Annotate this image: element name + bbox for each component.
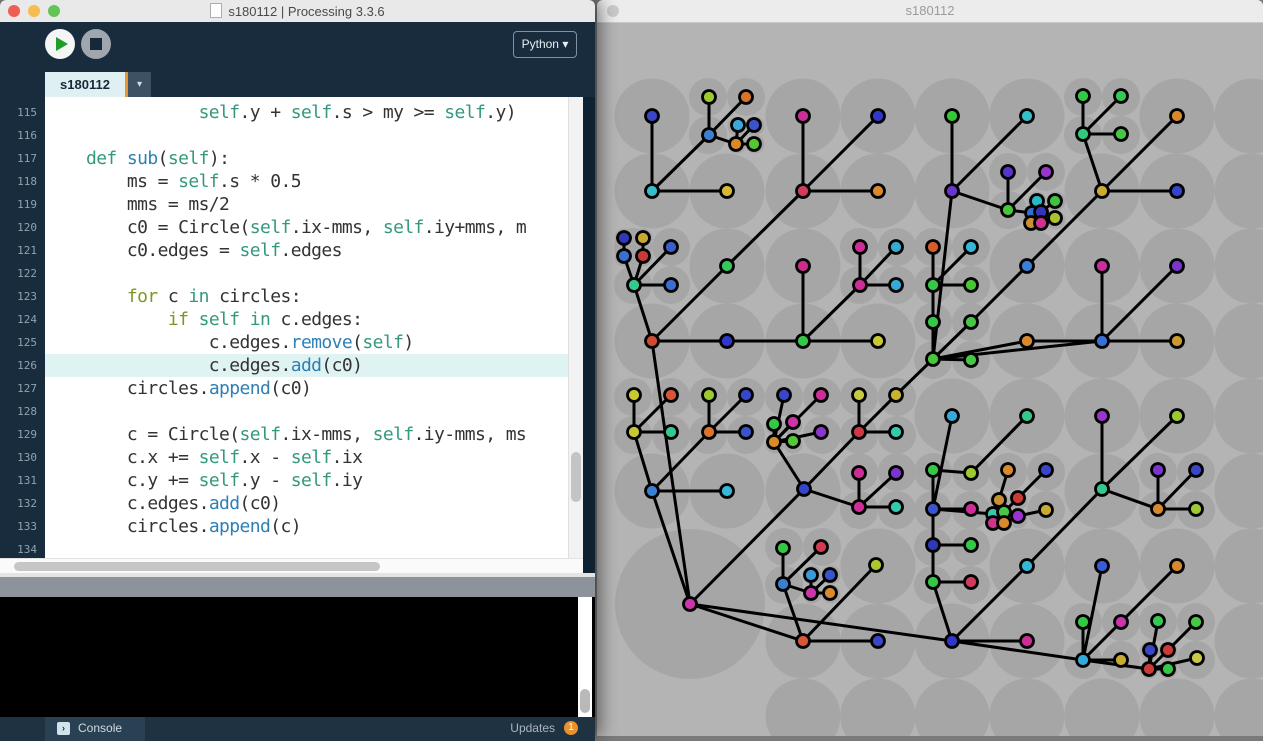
code-line-119[interactable]: 119 mms = ms/2 <box>0 193 583 216</box>
code-line-131[interactable]: 131 c.y += self.y - self.iy <box>0 469 583 492</box>
line-number: 120 <box>0 216 37 239</box>
updates-link[interactable]: Updates <box>510 721 555 735</box>
chevron-down-icon: ▾ <box>562 37 568 51</box>
console-tab[interactable]: › Console <box>45 717 145 741</box>
code-line-127[interactable]: 127 circles.append(c0) <box>0 377 583 400</box>
line-number: 119 <box>0 193 37 216</box>
code-line-121[interactable]: 121 c0.edges = self.edges <box>0 239 583 262</box>
console-scroll-thumb[interactable] <box>580 689 590 713</box>
processing-ide-window: s180112 | Processing 3.3.6 Python ▾ s180… <box>0 0 595 736</box>
ide-titlebar[interactable]: s180112 | Processing 3.3.6 <box>0 0 595 23</box>
run-button[interactable] <box>45 29 75 59</box>
code-line-128[interactable]: 128 <box>0 400 583 423</box>
editor-horizontal-scrollbar[interactable] <box>0 558 583 574</box>
code-line-116[interactable]: 116 <box>0 124 583 147</box>
line-number: 126 <box>0 354 37 377</box>
stop-icon <box>90 38 102 50</box>
code-line-120[interactable]: 120 c0 = Circle(self.ix-mms, self.iy+mms… <box>0 216 583 239</box>
horizontal-scroll-thumb[interactable] <box>14 562 380 571</box>
code-line-134[interactable]: 134 <box>0 538 583 558</box>
code-line-130[interactable]: 130 c.x += self.x - self.ix <box>0 446 583 469</box>
line-number: 124 <box>0 308 37 331</box>
line-number: 133 <box>0 515 37 538</box>
message-area <box>0 573 595 597</box>
console-scrollbar[interactable] <box>578 597 592 717</box>
code-line-132[interactable]: 132 c.edges.add(c0) <box>0 492 583 515</box>
mode-selector-button[interactable]: Python ▾ <box>513 31 577 58</box>
code-line-126[interactable]: 126 c.edges.add(c0) <box>0 354 583 377</box>
line-number: 121 <box>0 239 37 262</box>
line-number: 134 <box>0 538 37 558</box>
line-number: 118 <box>0 170 37 193</box>
sketch-window-title: s180112 <box>597 3 1263 18</box>
line-number: 129 <box>0 423 37 446</box>
tab-bar: s180112 ▾ <box>0 66 595 97</box>
ide-footer-bar: › Console Updates 1 <box>0 717 595 741</box>
vertical-scroll-thumb[interactable] <box>571 452 581 502</box>
tab-menu-button[interactable]: ▾ <box>128 72 151 97</box>
stop-button[interactable] <box>81 29 111 59</box>
editor-vertical-scrollbar[interactable] <box>568 97 584 558</box>
code-editor[interactable]: 115 self.y + self.s > my >= self.y)11611… <box>0 97 583 558</box>
line-number: 131 <box>0 469 37 492</box>
line-number: 122 <box>0 262 37 285</box>
code-line-123[interactable]: 123 for c in circles: <box>0 285 583 308</box>
line-number: 132 <box>0 492 37 515</box>
code-line-118[interactable]: 118 ms = self.s * 0.5 <box>0 170 583 193</box>
console-tab-label: Console <box>78 721 122 735</box>
sketch-canvas <box>597 23 1263 736</box>
line-number: 125 <box>0 331 37 354</box>
line-number: 130 <box>0 446 37 469</box>
sketch-window: s180112 <box>597 0 1263 736</box>
ide-toolbar: Python ▾ <box>0 22 595 66</box>
tab-s180112[interactable]: s180112 <box>45 72 125 97</box>
code-line-115[interactable]: 115 self.y + self.s > my >= self.y) <box>0 101 583 124</box>
code-line-125[interactable]: 125 c.edges.remove(self) <box>0 331 583 354</box>
code-line-129[interactable]: 129 c = Circle(self.ix-mms, self.iy-mms,… <box>0 423 583 446</box>
sketch-titlebar[interactable]: s180112 <box>597 0 1263 23</box>
play-icon <box>56 37 68 51</box>
line-number: 116 <box>0 124 37 147</box>
document-icon <box>210 3 222 18</box>
code-line-124[interactable]: 124 if self in c.edges: <box>0 308 583 331</box>
code-line-133[interactable]: 133 circles.append(c) <box>0 515 583 538</box>
editor-right-chrome <box>583 97 595 573</box>
line-number: 128 <box>0 400 37 423</box>
line-number: 123 <box>0 285 37 308</box>
console-icon: › <box>57 722 70 735</box>
line-number: 127 <box>0 377 37 400</box>
console-output <box>0 597 595 717</box>
updates-badge[interactable]: 1 <box>564 721 578 735</box>
code-line-122[interactable]: 122 <box>0 262 583 285</box>
line-number: 117 <box>0 147 37 170</box>
line-number: 115 <box>0 101 37 124</box>
code-line-117[interactable]: 117 def sub(self): <box>0 147 583 170</box>
window-title: s180112 | Processing 3.3.6 <box>0 3 595 19</box>
